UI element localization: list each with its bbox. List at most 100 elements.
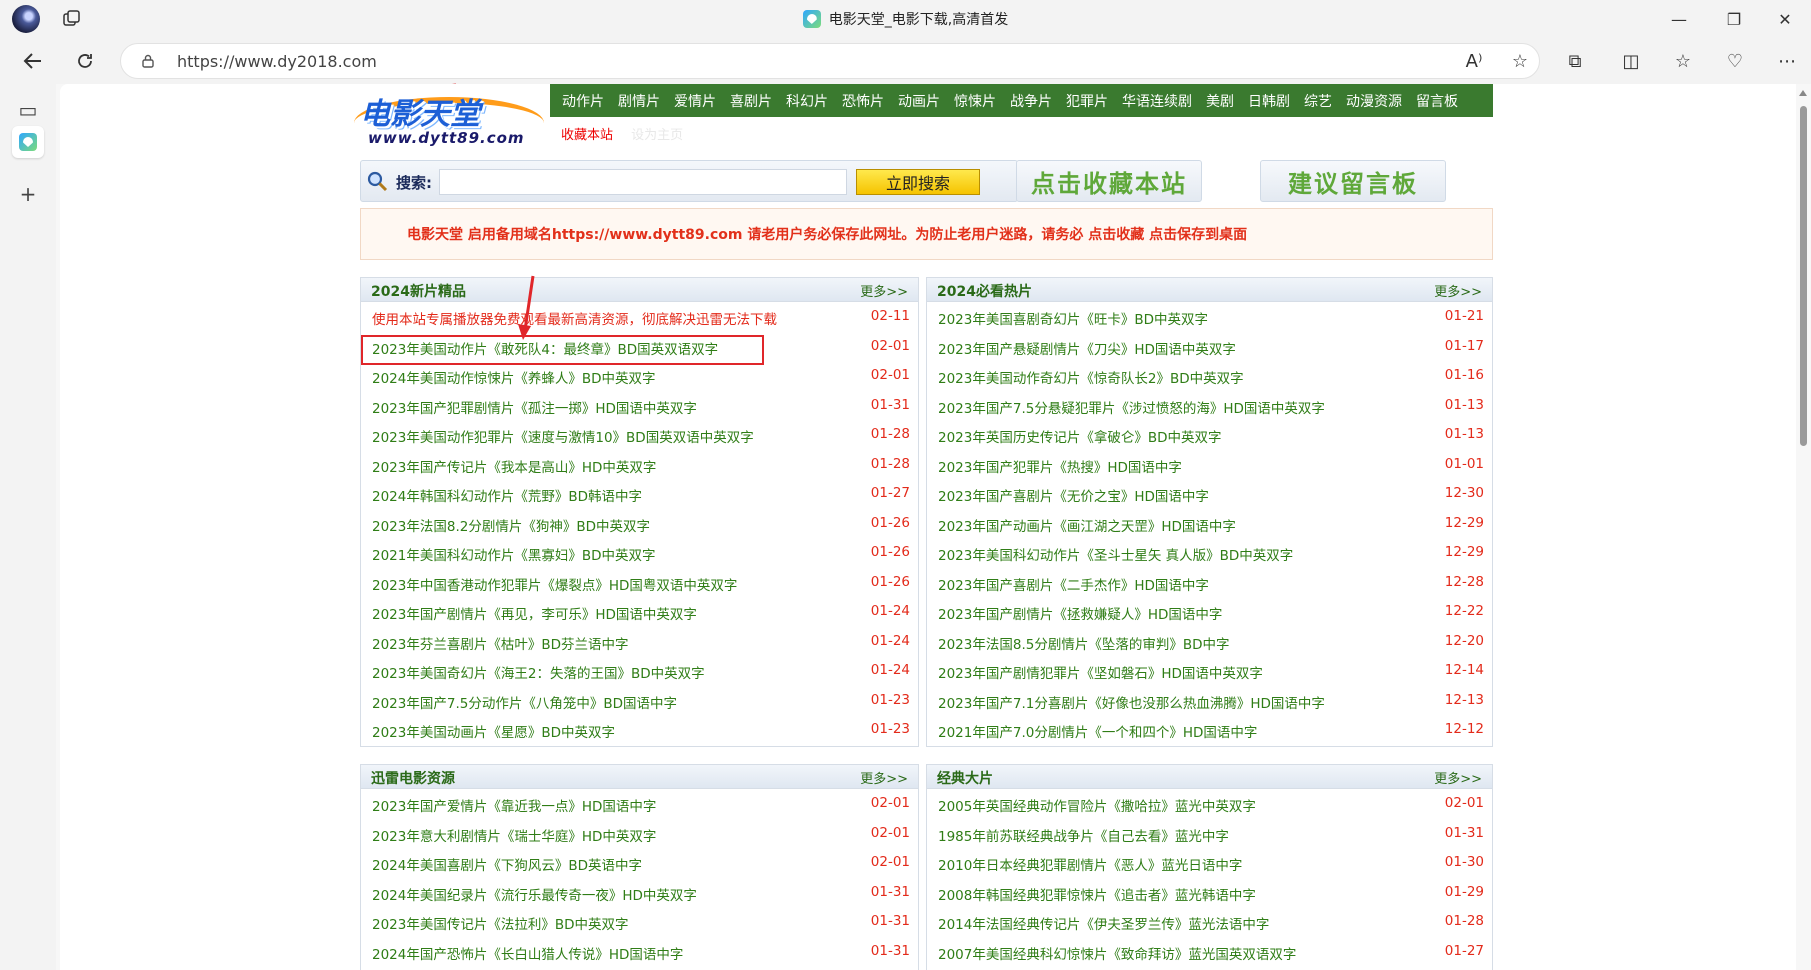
guestbook-button[interactable]: 建议留言板 bbox=[1260, 160, 1446, 202]
movie-title-link[interactable]: 2023年国产动画片《画江湖之天罡》HD国语中字 bbox=[938, 515, 1236, 535]
search-input[interactable] bbox=[439, 169, 847, 195]
more-link[interactable]: 更多>> bbox=[1434, 281, 1482, 300]
menu-item[interactable]: 动作片 bbox=[562, 91, 610, 111]
list-item[interactable]: 2024年美国纪录片《流行乐最传奇一夜》HD中英双字 01-31 bbox=[361, 878, 918, 908]
movie-title-link[interactable]: 2023年国产7.5分悬疑犯罪片《涉过愤怒的海》HD国语中英双字 bbox=[938, 397, 1325, 417]
list-item[interactable]: 2023年中国香港动作犯罪片《爆裂点》HD国粤双语中英双字 01-26 bbox=[361, 568, 918, 598]
movie-title-link[interactable]: 2023年芬兰喜剧片《枯叶》BD芬兰语中字 bbox=[372, 633, 629, 653]
movie-title-link[interactable]: 2023年美国动作犯罪片《速度与激情10》BD国英双语中英双字 bbox=[372, 426, 754, 446]
movie-title-link[interactable]: 2021年美国科幻动作片《黑寡妇》BD中英双字 bbox=[372, 544, 656, 564]
list-item[interactable]: 2023年国产爱情片《靠近我一点》HD国语中字 02-01 bbox=[361, 789, 918, 819]
movie-title-link[interactable]: 2023年美国奇幻片《海王2：失落的王国》BD中英双字 bbox=[372, 662, 705, 682]
current-tab-favicon[interactable] bbox=[12, 126, 44, 158]
list-item[interactable]: 2023年国产传记片《我本是高山》HD中英双字 01-28 bbox=[361, 450, 918, 480]
list-item[interactable]: 2023年芬兰喜剧片《枯叶》BD芬兰语中字 01-24 bbox=[361, 627, 918, 657]
movie-title-link[interactable]: 2007年美国经典科幻惊悚片《致命拜访》蓝光国英双语双字 bbox=[938, 943, 1296, 963]
menu-item[interactable]: 留言板 bbox=[1416, 91, 1464, 111]
movie-title-link[interactable]: 2023年国产喜剧片《无价之宝》HD国语中字 bbox=[938, 485, 1209, 505]
back-button[interactable] bbox=[18, 46, 48, 76]
menu-item[interactable]: 惊悚片 bbox=[954, 91, 1002, 111]
list-item[interactable]: 2008年韩国经典犯罪惊悚片《追击者》蓝光韩语中字 01-29 bbox=[927, 878, 1492, 908]
list-item[interactable]: 2023年国产剧情片《再见，李可乐》HD国语中英双字 01-24 bbox=[361, 597, 918, 627]
movie-title-link[interactable]: 2023年国产7.5分动作片《八角笼中》BD国语中字 bbox=[372, 692, 677, 712]
list-item[interactable]: 使用本站专属播放器免费观看最新高清资源，彻底解决迅雷无法下载 02-11 bbox=[361, 302, 918, 332]
movie-title-link[interactable]: 2023年意大利剧情片《瑞士华庭》HD中英双字 bbox=[372, 825, 656, 845]
list-item[interactable]: 2023年意大利剧情片《瑞士华庭》HD中英双字 02-01 bbox=[361, 819, 918, 849]
movie-title-link[interactable]: 2023年美国科幻动作片《圣斗士星矢 真人版》BD中英双字 bbox=[938, 544, 1293, 564]
movie-title-link[interactable]: 2023年国产悬疑剧情片《刀尖》HD国语中英双字 bbox=[938, 338, 1236, 358]
movie-title-link[interactable]: 2023年国产7.1分喜剧片《好像也没那么热血沸腾》HD国语中字 bbox=[938, 692, 1325, 712]
close-button[interactable]: ✕ bbox=[1759, 0, 1811, 38]
movie-title-link[interactable]: 2021年国产7.0分剧情片《一个和四个》HD国语中字 bbox=[938, 721, 1257, 741]
menu-item[interactable]: 战争片 bbox=[1010, 91, 1058, 111]
list-item[interactable]: 2023年国产喜剧片《无价之宝》HD国语中字 12-30 bbox=[927, 479, 1492, 509]
list-item[interactable]: 2023年国产犯罪片《热搜》HD国语中字 01-01 bbox=[927, 450, 1492, 480]
page-scrollbar[interactable] bbox=[1796, 84, 1811, 970]
list-item[interactable]: 2023年美国喜剧奇幻片《旺卡》BD中英双字 01-21 bbox=[927, 302, 1492, 332]
movie-title-link[interactable]: 2023年国产剧情片《拯救嫌疑人》HD国语中字 bbox=[938, 603, 1222, 623]
movie-title-link[interactable]: 2023年美国动作奇幻片《惊奇队长2》BD中英双字 bbox=[938, 367, 1244, 387]
list-item[interactable]: 2024年韩国科幻动作片《荒野》BD韩语中字 01-27 bbox=[361, 479, 918, 509]
menu-item[interactable]: 科幻片 bbox=[786, 91, 834, 111]
favorite-star-icon[interactable]: ☆ bbox=[1505, 46, 1535, 76]
browser-essentials-icon[interactable]: ♡ bbox=[1720, 46, 1750, 76]
list-item[interactable]: 2023年国产剧情片《拯救嫌疑人》HD国语中字 12-22 bbox=[927, 597, 1492, 627]
list-item[interactable]: 2023年国产7.1分喜剧片《好像也没那么热血沸腾》HD国语中字 12-13 bbox=[927, 686, 1492, 716]
list-item[interactable]: 2023年国产7.5分悬疑犯罪片《涉过愤怒的海》HD国语中英双字 01-13 bbox=[927, 391, 1492, 421]
list-item[interactable]: 2024年美国动作惊悚片《养蜂人》BD中英双字 02-01 bbox=[361, 361, 918, 391]
list-item[interactable]: 2023年美国动作奇幻片《惊奇队长2》BD中英双字 01-16 bbox=[927, 361, 1492, 391]
movie-title-link[interactable]: 2023年国产剧情犯罪片《坚如磐石》HD国语中英双字 bbox=[938, 662, 1263, 682]
read-aloud-icon[interactable]: A⁾ bbox=[1459, 46, 1489, 76]
list-item[interactable]: 2023年法国8.2分剧情片《狗神》BD中英双字 01-26 bbox=[361, 509, 918, 539]
movie-title-link[interactable]: 2010年日本经典犯罪剧情片《恶人》蓝光日语中字 bbox=[938, 854, 1242, 874]
movie-title-link[interactable]: 2024年美国喜剧片《下狗风云》BD英语中字 bbox=[372, 854, 642, 874]
menu-item[interactable]: 爱情片 bbox=[674, 91, 722, 111]
movie-title-link[interactable]: 2023年法国8.2分剧情片《狗神》BD中英双字 bbox=[372, 515, 650, 535]
list-item[interactable]: 2023年美国动作犯罪片《速度与激情10》BD国英双语中英双字 01-28 bbox=[361, 420, 918, 450]
movie-title-link[interactable]: 2024年美国纪录片《流行乐最传奇一夜》HD中英双字 bbox=[372, 884, 697, 904]
movie-title-link[interactable]: 2014年法国经典传记片《伊夫圣罗兰传》蓝光法语中字 bbox=[938, 913, 1269, 933]
movie-title-link[interactable]: 2008年韩国经典犯罪惊悚片《追击者》蓝光韩语中字 bbox=[938, 884, 1256, 904]
list-item[interactable]: 2023年国产犯罪剧情片《孤注一掷》HD国语中英双字 01-31 bbox=[361, 391, 918, 421]
list-item[interactable]: 2023年国产7.5分动作片《八角笼中》BD国语中字 01-23 bbox=[361, 686, 918, 716]
more-link[interactable]: 更多>> bbox=[1434, 768, 1482, 787]
split-screen-icon[interactable]: ◫ bbox=[1616, 46, 1646, 76]
movie-title-link[interactable]: 使用本站专属播放器免费观看最新高清资源，彻底解决迅雷无法下载 bbox=[372, 308, 777, 328]
list-item[interactable]: 2010年日本经典犯罪剧情片《恶人》蓝光日语中字 01-30 bbox=[927, 848, 1492, 878]
scroll-thumb[interactable] bbox=[1800, 106, 1807, 446]
menu-item[interactable]: 动漫资源 bbox=[1346, 91, 1408, 111]
scroll-up-arrow-icon[interactable] bbox=[1799, 90, 1807, 96]
movie-title-link[interactable]: 2023年国产犯罪剧情片《孤注一掷》HD国语中英双字 bbox=[372, 397, 697, 417]
list-item[interactable]: 2023年法国8.5分剧情片《坠落的审判》BD中字 12-20 bbox=[927, 627, 1492, 657]
settings-more-icon[interactable]: ⋯ bbox=[1772, 46, 1802, 76]
movie-title-link[interactable]: 2023年中国香港动作犯罪片《爆裂点》HD国粤双语中英双字 bbox=[372, 574, 737, 594]
menu-item[interactable]: 综艺 bbox=[1304, 91, 1338, 111]
movie-title-link[interactable]: 1985年前苏联经典战争片《自己去看》蓝光中字 bbox=[938, 825, 1229, 845]
menu-item[interactable]: 喜剧片 bbox=[730, 91, 778, 111]
list-item[interactable]: 2023年英国历史传记片《拿破仑》BD中英双字 01-13 bbox=[927, 420, 1492, 450]
list-item[interactable]: 2014年法国经典传记片《伊夫圣罗兰传》蓝光法语中字 01-28 bbox=[927, 907, 1492, 937]
list-item[interactable]: 2023年美国科幻动作片《圣斗士星矢 真人版》BD中英双字 12-29 bbox=[927, 538, 1492, 568]
more-link[interactable]: 更多>> bbox=[860, 281, 908, 300]
search-button[interactable]: 立即搜索 bbox=[856, 169, 980, 195]
movie-title-link[interactable]: 2023年美国传记片《法拉利》BD中英双字 bbox=[372, 913, 629, 933]
movie-title-link[interactable]: 2023年法国8.5分剧情片《坠落的审判》BD中字 bbox=[938, 633, 1229, 653]
url-text[interactable]: https://www.dy2018.com bbox=[177, 44, 377, 80]
movie-title-link[interactable]: 2005年英国经典动作冒险片《撒哈拉》蓝光中英双字 bbox=[938, 795, 1256, 815]
refresh-button[interactable] bbox=[70, 46, 100, 76]
list-item[interactable]: 2023年国产动画片《画江湖之天罡》HD国语中字 12-29 bbox=[927, 509, 1492, 539]
menu-item[interactable]: 华语连续剧 bbox=[1122, 91, 1198, 111]
list-item[interactable]: 2024年国产恐怖片《长白山猎人传说》HD国语中字 01-31 bbox=[361, 937, 918, 967]
bookmark-site-button[interactable]: 点击收藏本站 bbox=[1016, 160, 1202, 202]
lock-icon[interactable] bbox=[141, 54, 155, 68]
list-item[interactable]: 2023年美国传记片《法拉利》BD中英双字 01-31 bbox=[361, 907, 918, 937]
menu-item[interactable]: 恐怖片 bbox=[842, 91, 890, 111]
vertical-tabs-icon[interactable]: ▭ bbox=[12, 94, 44, 126]
movie-title-link[interactable]: 2024年国产恐怖片《长白山猎人传说》HD国语中字 bbox=[372, 943, 683, 963]
bookmark-site-link[interactable]: 收藏本站 bbox=[561, 128, 613, 143]
list-item[interactable]: 2023年美国动画片《星愿》BD中英双字 01-23 bbox=[361, 715, 918, 745]
list-item[interactable]: 2023年美国奇幻片《海王2：失落的王国》BD中英双字 01-24 bbox=[361, 656, 918, 686]
set-homepage-link[interactable]: 设为主页 bbox=[631, 128, 683, 143]
favorites-icon[interactable]: ☆ bbox=[1668, 46, 1698, 76]
list-item[interactable]: 2023年国产喜剧片《二手杰作》HD国语中字 12-28 bbox=[927, 568, 1492, 598]
